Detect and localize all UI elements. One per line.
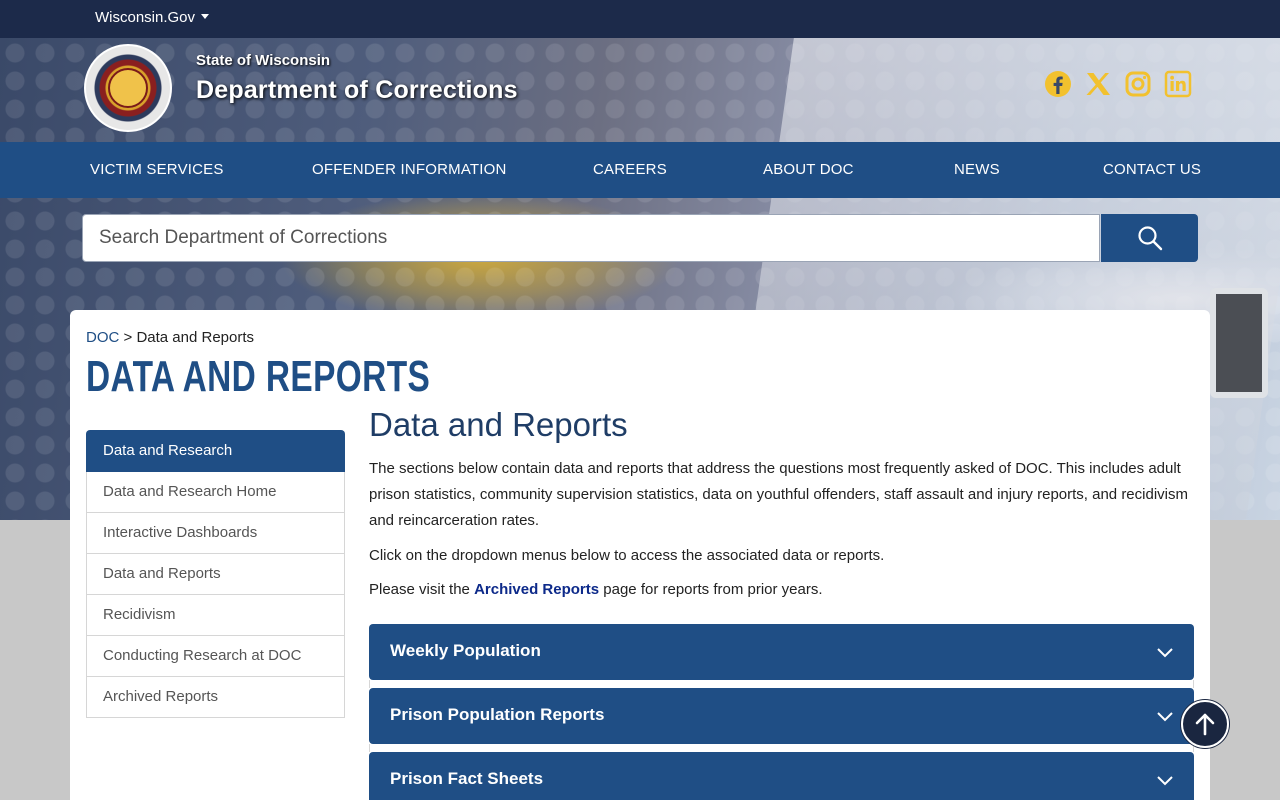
nav-victim-services[interactable]: VICTIM SERVICES (90, 161, 224, 178)
accordion-weekly-population[interactable]: Weekly Population (369, 624, 1194, 680)
intro-paragraph: The sections below contain data and repo… (369, 460, 1188, 529)
accordion-label: Prison Population Reports (390, 705, 605, 724)
search-input[interactable] (82, 214, 1100, 262)
sidebar-header-data-and-research[interactable]: Data and Research (86, 430, 345, 472)
sidebar-item-data-and-research-home[interactable]: Data and Research Home (86, 472, 345, 513)
archive-note-prefix: Please visit the (369, 581, 470, 598)
nav-careers[interactable]: CAREERS (593, 161, 667, 178)
sidebar-item-data-and-reports[interactable]: Data and Reports (86, 554, 345, 595)
x-icon[interactable] (1084, 70, 1112, 98)
wisconsin-gov-label: Wisconsin.Gov (95, 9, 196, 26)
content-card: DOC > Data and Reports DATA AND REPORTS … (70, 310, 1210, 800)
page-title: DATA AND REPORTS (86, 352, 431, 401)
breadcrumb-separator: > (123, 329, 133, 346)
breadcrumb-doc-link[interactable]: DOC (86, 329, 119, 346)
chevron-down-icon (1157, 648, 1173, 658)
search-icon (1138, 226, 1163, 251)
state-name[interactable]: State of Wisconsin (196, 52, 330, 69)
archive-note-suffix: page for reports from prior years. (603, 581, 823, 598)
department-name[interactable]: Department of Corrections (196, 76, 518, 105)
nav-about-doc[interactable]: ABOUT DOC (763, 161, 854, 178)
sidebar-item-recidivism[interactable]: Recidivism (86, 595, 345, 636)
wisconsin-gov-dropdown[interactable]: Wisconsin.Gov (95, 9, 210, 26)
breadcrumb-current: Data and Reports (136, 329, 255, 346)
nav-contact-us[interactable]: CONTACT US (1103, 161, 1201, 178)
accordion-label: Prison Fact Sheets (390, 769, 544, 788)
accordion-prison-fact-sheets[interactable]: Prison Fact Sheets (369, 752, 1194, 800)
state-seal-logo[interactable] (84, 44, 172, 132)
arrow-up-icon (1195, 713, 1215, 736)
archive-note: Please visit the Archived Reports page f… (369, 578, 1197, 602)
facebook-icon[interactable] (1044, 70, 1072, 98)
content-heading: Data and Reports (369, 406, 628, 443)
sidebar-item-conducting-research[interactable]: Conducting Research at DOC (86, 636, 345, 677)
accordion-label: Weekly Population (390, 641, 541, 660)
accordion-prison-population-reports[interactable]: Prison Population Reports (369, 688, 1194, 744)
search-button[interactable] (1101, 214, 1198, 262)
back-to-top-button[interactable] (1181, 700, 1229, 748)
chevron-down-icon (1157, 712, 1173, 722)
dropdown-note: Click on the dropdown menus below to acc… (369, 547, 885, 564)
linkedin-icon[interactable] (1164, 70, 1192, 98)
nav-offender-information[interactable]: OFFENDER INFORMATION (312, 161, 507, 178)
sidebar-item-archived-reports[interactable]: Archived Reports (86, 677, 345, 718)
main-content: Data and Reports The sections below cont… (369, 406, 1197, 602)
breadcrumb: DOC > Data and Reports (86, 329, 254, 346)
caret-down-icon (201, 14, 210, 19)
top-utility-bar: Wisconsin.Gov (0, 0, 1280, 38)
nav-news[interactable]: NEWS (954, 161, 1000, 178)
sidebar-navigation: Data and Research Data and Research Home… (86, 430, 345, 718)
instagram-icon[interactable] (1124, 70, 1152, 98)
main-navigation: VICTIM SERVICES OFFENDER INFORMATION CAR… (0, 142, 1280, 198)
chevron-down-icon (1157, 776, 1173, 786)
sidebar-item-interactive-dashboards[interactable]: Interactive Dashboards (86, 513, 345, 554)
archived-reports-link[interactable]: Archived Reports (474, 581, 599, 598)
